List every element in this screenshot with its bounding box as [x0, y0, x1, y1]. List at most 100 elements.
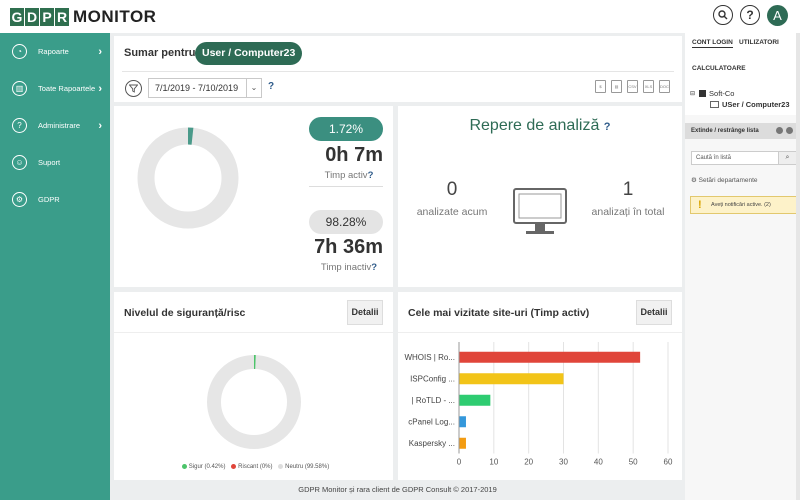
divider — [114, 332, 393, 333]
divider — [122, 71, 674, 72]
computer-icon — [513, 188, 567, 234]
export-toolbar: $ ▤ CSV XLS DOC — [595, 80, 670, 93]
logo-letters: G D P R — [10, 8, 69, 26]
sidebar-item-toate-rapoartele[interactable]: ▥ Toate Rapoartele › — [0, 70, 110, 107]
legend-dot-neutral — [278, 464, 284, 469]
list-search-input[interactable]: Caută în listă ⌕ — [691, 151, 797, 165]
sidebar-item-administrare[interactable]: ? Administrare › — [0, 107, 110, 144]
x-tick-label: 40 — [594, 458, 603, 467]
analyzed-now-label: analizate acum — [416, 206, 488, 218]
logo-letter: D — [25, 8, 39, 26]
bar[interactable] — [459, 437, 466, 449]
sidebar-item-gdpr[interactable]: ⚙ GDPR — [0, 181, 110, 218]
sidebar-item-label: Suport — [38, 158, 61, 167]
help-button[interactable]: ? — [740, 5, 760, 25]
analysis-help-icon[interactable]: ? — [604, 121, 611, 133]
sites-bar-chart: 0 10 20 30 40 50 60 WHOIS | Ro... ISPConfig ... |… — [404, 342, 673, 467]
support-icon: ☺ — [12, 155, 27, 170]
export-xls-icon[interactable]: XLS — [643, 80, 654, 93]
top-bar: G D P R MONITOR ? A — [0, 0, 800, 33]
sites-details-button[interactable]: Detalii — [636, 300, 672, 325]
chevron-right-icon: › — [98, 45, 102, 58]
gdpr-icon: ⚙ — [12, 192, 27, 207]
inactive-time-label: Timp inactiv? — [309, 262, 389, 273]
tree-node-label: USer / Computer23 — [722, 100, 790, 109]
computer-icon — [710, 101, 719, 108]
date-range-select[interactable]: 7/1/2019 - 7/10/2019 ⌄ — [148, 78, 262, 98]
collapse-icon[interactable]: ⊟ — [690, 90, 695, 97]
right-panel: CONT LOGIN UTILIZATORI CALCULATOARE ⊟ So… — [685, 33, 800, 500]
active-time-label: Timp activ? — [309, 170, 389, 181]
analysis-title: Repere de analiză ? — [398, 117, 682, 135]
tab-logins[interactable]: CONT LOGIN — [692, 39, 733, 48]
active-time-value: 0h 7m — [325, 144, 383, 166]
analyzed-total-count: 1 — [622, 179, 634, 200]
active-help-icon[interactable]: ? — [368, 170, 374, 181]
analyzed-now-count: 0 — [446, 179, 458, 200]
bar[interactable] — [459, 373, 564, 385]
notification-banner[interactable]: ! Aveți notificări active. (2) — [690, 196, 797, 214]
sidebar-item-suport[interactable]: ☺ Suport — [0, 144, 110, 181]
tab-users[interactable]: UTILIZATORI — [739, 39, 779, 46]
sidebar-item-rapoarte[interactable]: ◔ Rapoarte › — [0, 33, 110, 70]
department-settings-link[interactable]: ⚙ Setări departamente — [691, 176, 758, 184]
tree-node-root[interactable]: ⊟ Soft-Co — [690, 88, 790, 99]
bar[interactable] — [459, 394, 491, 406]
inactive-percent-badge: 98.28% — [309, 210, 383, 234]
logo-letter: R — [55, 8, 69, 26]
x-tick-label: 60 — [664, 458, 673, 467]
legend-dot-risky — [231, 464, 237, 469]
legend-safe: Sigur (0.42%) — [188, 464, 226, 471]
risk-details-button[interactable]: Detalii — [347, 300, 383, 325]
sidebar-item-label: GDPR — [38, 195, 60, 204]
export-doc-icon[interactable]: DOC — [659, 80, 670, 93]
logo-word: MONITOR — [73, 7, 157, 26]
company-icon — [699, 90, 707, 97]
category-label: WHOIS | Ro... — [404, 353, 455, 362]
chevron-right-icon: › — [98, 119, 102, 132]
page-scrollbar[interactable] — [796, 33, 800, 500]
entity-tabs-panel: CONT LOGIN UTILIZATORI CALCULATOARE ⊟ So… — [685, 33, 800, 115]
logo-letter: P — [40, 8, 54, 26]
user-pill[interactable]: User / Computer23 — [195, 42, 303, 65]
divider — [398, 332, 682, 333]
filter-button[interactable] — [125, 80, 142, 97]
inactive-help-icon[interactable]: ? — [371, 262, 377, 273]
expand-icon[interactable] — [776, 127, 783, 134]
chevron-down-icon: ⌄ — [246, 79, 261, 97]
time-card: 1.72% 0h 7m Timp activ? 98.28% 7h 36m Ti… — [114, 106, 393, 287]
divider — [309, 186, 383, 187]
export-csv-icon[interactable]: CSV — [627, 80, 638, 93]
export-pdf-icon[interactable]: $ — [595, 80, 606, 93]
category-label: | RoTLD - ... — [412, 396, 455, 405]
entity-tree: ⊟ Soft-Co USer / Computer23 — [690, 88, 790, 110]
reports-icon: ▥ — [12, 81, 27, 96]
department-settings-label: Setări departamente — [698, 177, 758, 184]
inactive-time-label-text: Timp inactiv — [320, 262, 372, 273]
avatar[interactable]: A — [767, 5, 788, 26]
footer: GDPR Monitor și rara client de GDPR Cons… — [298, 485, 497, 494]
tree-node-child[interactable]: USer / Computer23 — [690, 99, 790, 110]
bar[interactable] — [459, 351, 641, 363]
tab-computers[interactable]: CALCULATOARE — [692, 65, 746, 72]
print-icon[interactable]: ▤ — [611, 80, 622, 93]
summary-card: Sumar pentru User / Computer23 7/1/2019 … — [114, 36, 682, 102]
search-icon[interactable]: ⌕ — [778, 152, 796, 164]
category-label: Kaspersky ... — [409, 439, 455, 448]
collapse-icon[interactable] — [786, 127, 793, 134]
gear-icon: ⚙ — [691, 177, 697, 184]
app-logo[interactable]: G D P R MONITOR — [10, 7, 156, 27]
logo-letter: G — [10, 8, 24, 26]
sidebar-item-label: Toate Rapoartele — [38, 84, 96, 93]
warning-icon: ! — [698, 199, 702, 211]
search-button[interactable] — [713, 5, 733, 25]
x-tick-label: 0 — [457, 458, 462, 467]
expand-collapse-bar[interactable]: Extinde / restrânge lista — [685, 123, 800, 139]
date-help-icon[interactable]: ? — [268, 81, 274, 92]
risk-legend: Sigur (0.42%) Riscant (0%) Neutru (99.58… — [114, 464, 393, 470]
x-tick-label: 20 — [524, 458, 533, 467]
bar[interactable] — [459, 416, 466, 428]
notification-text: Aveți notificări active. (2) — [711, 202, 771, 208]
sidebar: ◔ Rapoarte › ▥ Toate Rapoartele › ? Admi… — [0, 33, 110, 500]
sites-card: Cele mai vizitate site-uri (Timp activ) … — [398, 292, 682, 480]
